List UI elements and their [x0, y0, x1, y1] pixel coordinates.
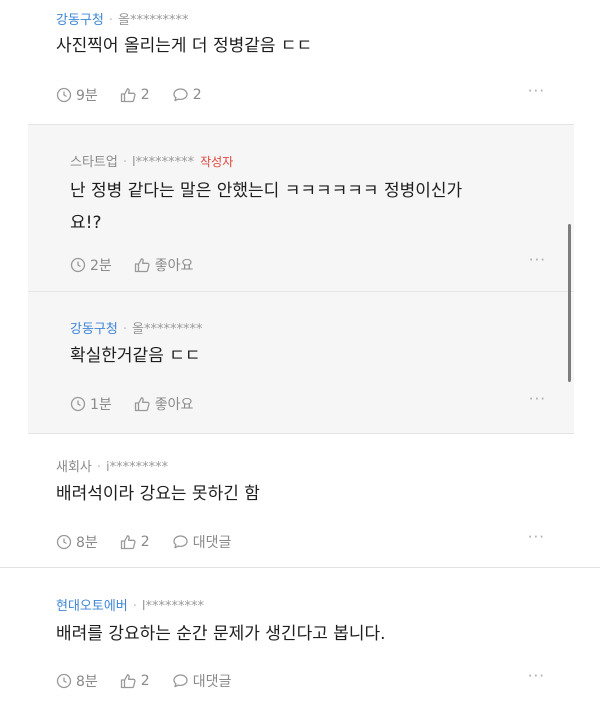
thumbs-up-icon: [120, 88, 136, 103]
clock-icon: [56, 534, 72, 550]
like-count: 2: [140, 534, 150, 550]
reply-text: 확실한거같음 ㄷㄷ: [70, 346, 201, 366]
time-label: 8분: [76, 674, 98, 690]
like-button[interactable]: 2: [120, 534, 150, 550]
time-label: 2분: [90, 258, 112, 274]
speech-bubble-icon: [173, 88, 188, 102]
reply-user-id: l*********: [131, 155, 195, 170]
reply-label: 대댓글: [192, 674, 232, 690]
like-count: 2: [140, 87, 150, 103]
reply-button[interactable]: 대댓글: [172, 532, 232, 552]
reply-actions: 2분 좋아요: [70, 255, 215, 275]
more-options-button[interactable]: ···: [528, 82, 545, 100]
time-label: 8분: [76, 535, 98, 551]
reply-text-line: 요!?: [70, 213, 102, 233]
time-label: 9분: [76, 88, 98, 104]
reply-meta: 스타트업 · l********* 작성자: [70, 151, 233, 170]
like-count: 2: [140, 673, 150, 689]
comment-meta: 현대오토에버 · l*********: [56, 595, 204, 614]
like-button[interactable]: 2: [120, 87, 150, 103]
clock-icon: [70, 257, 86, 273]
comment-actions: 8분 2 대댓글: [56, 532, 253, 552]
comment-user-id: l*********: [141, 599, 205, 614]
comment-time: 9분: [56, 85, 98, 105]
thumbs-up-icon: [134, 258, 150, 273]
more-options-button[interactable]: ···: [529, 251, 546, 269]
meta-separator: ·: [122, 322, 127, 337]
reply-count: 2: [192, 87, 202, 103]
comment-text: 배려를 강요하는 순간 문제가 생긴다고 봅니다.: [56, 624, 386, 644]
comment-user-id: i*********: [106, 460, 169, 475]
more-options-button[interactable]: ···: [528, 528, 545, 546]
reply-nickname[interactable]: 스타트업: [70, 155, 118, 170]
like-button[interactable]: 좋아요: [134, 255, 194, 275]
time-label: 1분: [90, 397, 112, 413]
reply-time: 1분: [70, 394, 112, 414]
reply-time: 2분: [70, 255, 112, 275]
reply-item: 스타트업 · l********* 작성자 난 정병 같다는 말은 안했는디 ㅋㅋㅋㅋ…: [28, 125, 574, 291]
reply-meta: 강동구청 · 올*********: [70, 318, 202, 337]
like-button[interactable]: 2: [120, 673, 150, 689]
comment-nickname[interactable]: 강동구청: [56, 13, 104, 28]
reply-text: 난 정병 같다는 말은 안했는디 ㅋㅋㅋㅋㅋㅋ 정병이신가 요!?: [70, 175, 462, 239]
comment-item: 새회사 · i********* 배려석이라 강요는 못하긴 함 8분 2 대댓글 …: [0, 432, 600, 568]
reply-text-line: 난 정병 같다는 말은 안했는디 ㅋㅋㅋㅋㅋㅋ 정병이신가: [70, 181, 463, 201]
meta-separator: ·: [132, 599, 137, 614]
comment-nickname[interactable]: 새회사: [56, 460, 92, 475]
more-options-button[interactable]: ···: [529, 390, 546, 408]
comment-text: 배려석이라 강요는 못하긴 함: [56, 484, 260, 504]
comment-meta: 새회사 · i*********: [56, 456, 168, 475]
reply-list: 스타트업 · l********* 작성자 난 정병 같다는 말은 안했는디 ㅋㅋㅋㅋ…: [28, 124, 574, 434]
like-label: 좋아요: [154, 258, 194, 274]
reply-actions: 1분 좋아요: [70, 394, 215, 414]
thumbs-up-icon: [134, 397, 150, 412]
clock-icon: [56, 87, 72, 103]
comment-user-id: 올*********: [117, 13, 189, 28]
comment-item: 현대오토에버 · l********* 배려를 강요하는 순간 문제가 생긴다고 봅…: [0, 568, 600, 703]
comment-actions: 9분 2 2: [56, 85, 224, 105]
reply-label: 대댓글: [192, 535, 232, 551]
comment-time: 8분: [56, 532, 98, 552]
comment-text: 사진찍어 올리는게 더 정병같음 ㄷㄷ: [56, 36, 313, 56]
speech-bubble-icon: [173, 535, 188, 549]
reply-item: 강동구청 · 올********* 확실한거같음 ㄷㄷ 1분 좋아요 ···: [28, 291, 574, 433]
reply-button[interactable]: 대댓글: [172, 671, 232, 691]
meta-separator: ·: [122, 155, 127, 170]
like-button[interactable]: 좋아요: [134, 394, 194, 414]
comment-nickname[interactable]: 현대오토에버: [56, 599, 128, 614]
reply-nickname[interactable]: 강동구청: [70, 322, 118, 337]
like-label: 좋아요: [154, 397, 194, 413]
scrollbar-thumb[interactable]: [568, 224, 571, 382]
clock-icon: [70, 396, 86, 412]
comment-item: 강동구청 · 올********* 사진찍어 올리는게 더 정병같음 ㄷㄷ 9분 2…: [0, 0, 600, 124]
reply-button[interactable]: 2: [172, 87, 202, 103]
more-options-button[interactable]: ···: [528, 667, 545, 685]
comment-meta: 강동구청 · 올*********: [56, 9, 188, 28]
comment-time: 8분: [56, 671, 98, 691]
reply-user-id: 올*********: [131, 322, 203, 337]
meta-separator: ·: [96, 460, 102, 475]
meta-separator: ·: [108, 13, 113, 28]
clock-icon: [56, 673, 72, 689]
thumbs-up-icon: [120, 535, 136, 550]
thumbs-up-icon: [120, 674, 136, 689]
writer-badge: 작성자: [200, 155, 234, 169]
comment-actions: 8분 2 대댓글: [56, 671, 253, 691]
speech-bubble-icon: [173, 674, 188, 688]
